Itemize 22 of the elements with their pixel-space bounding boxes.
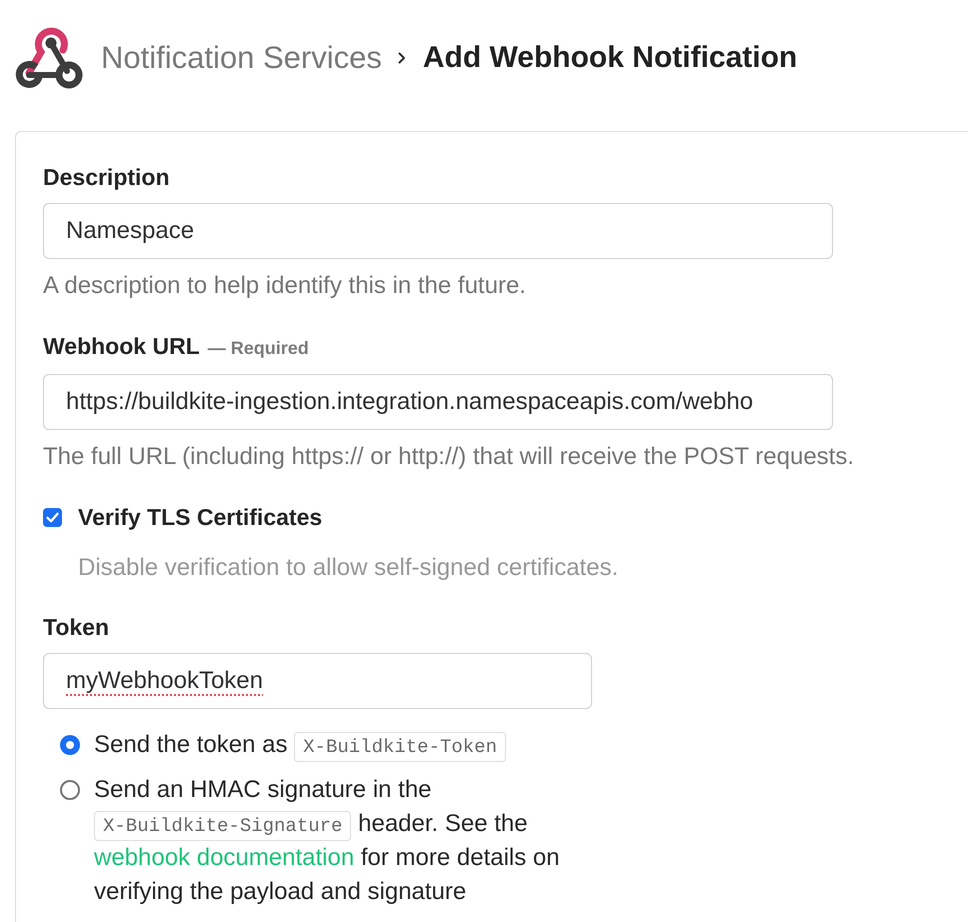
checkbox-label: Verify TLS Certificates [78, 503, 322, 531]
token-field[interactable]: myWebhookToken [43, 653, 592, 709]
code-snippet: X-Buildkite-Signature [94, 811, 352, 841]
url-field[interactable]: https://buildkite-ingestion.integration.namespaceapis.com/webho [43, 374, 833, 430]
breadcrumb-link[interactable]: Notification Services [101, 38, 382, 78]
hint-text: Disable verification to allow self-signed certificates. [78, 554, 618, 582]
help-text: The full URL (including https:// or http://) that will receive the POST requests. [43, 443, 854, 471]
help-text: A description to help identify this in the future. [43, 272, 526, 300]
page-title: Add Webhook Notification [422, 40, 798, 76]
option-label: Send an HMAC signature in the X-Buildkite-Signature header. See the webhook documentation for more details on verifying the payload and signature [94, 775, 561, 907]
token-label: Token [43, 613, 110, 641]
url-label: Webhook URL [43, 332, 200, 360]
chevron-right-icon [398, 52, 406, 64]
option-label: Send the token as X-Buildkite-Token [94, 728, 599, 762]
checkbox[interactable] [43, 508, 62, 526]
radio-button[interactable] [60, 735, 80, 755]
description-field[interactable]: Namespace [43, 203, 833, 259]
code-snippet: X-Buildkite-Token [294, 732, 506, 762]
required-note: — Required [208, 337, 309, 360]
webhook-logo-icon [14, 26, 84, 90]
radio-button[interactable] [60, 780, 80, 800]
description-label: Description [43, 163, 170, 191]
